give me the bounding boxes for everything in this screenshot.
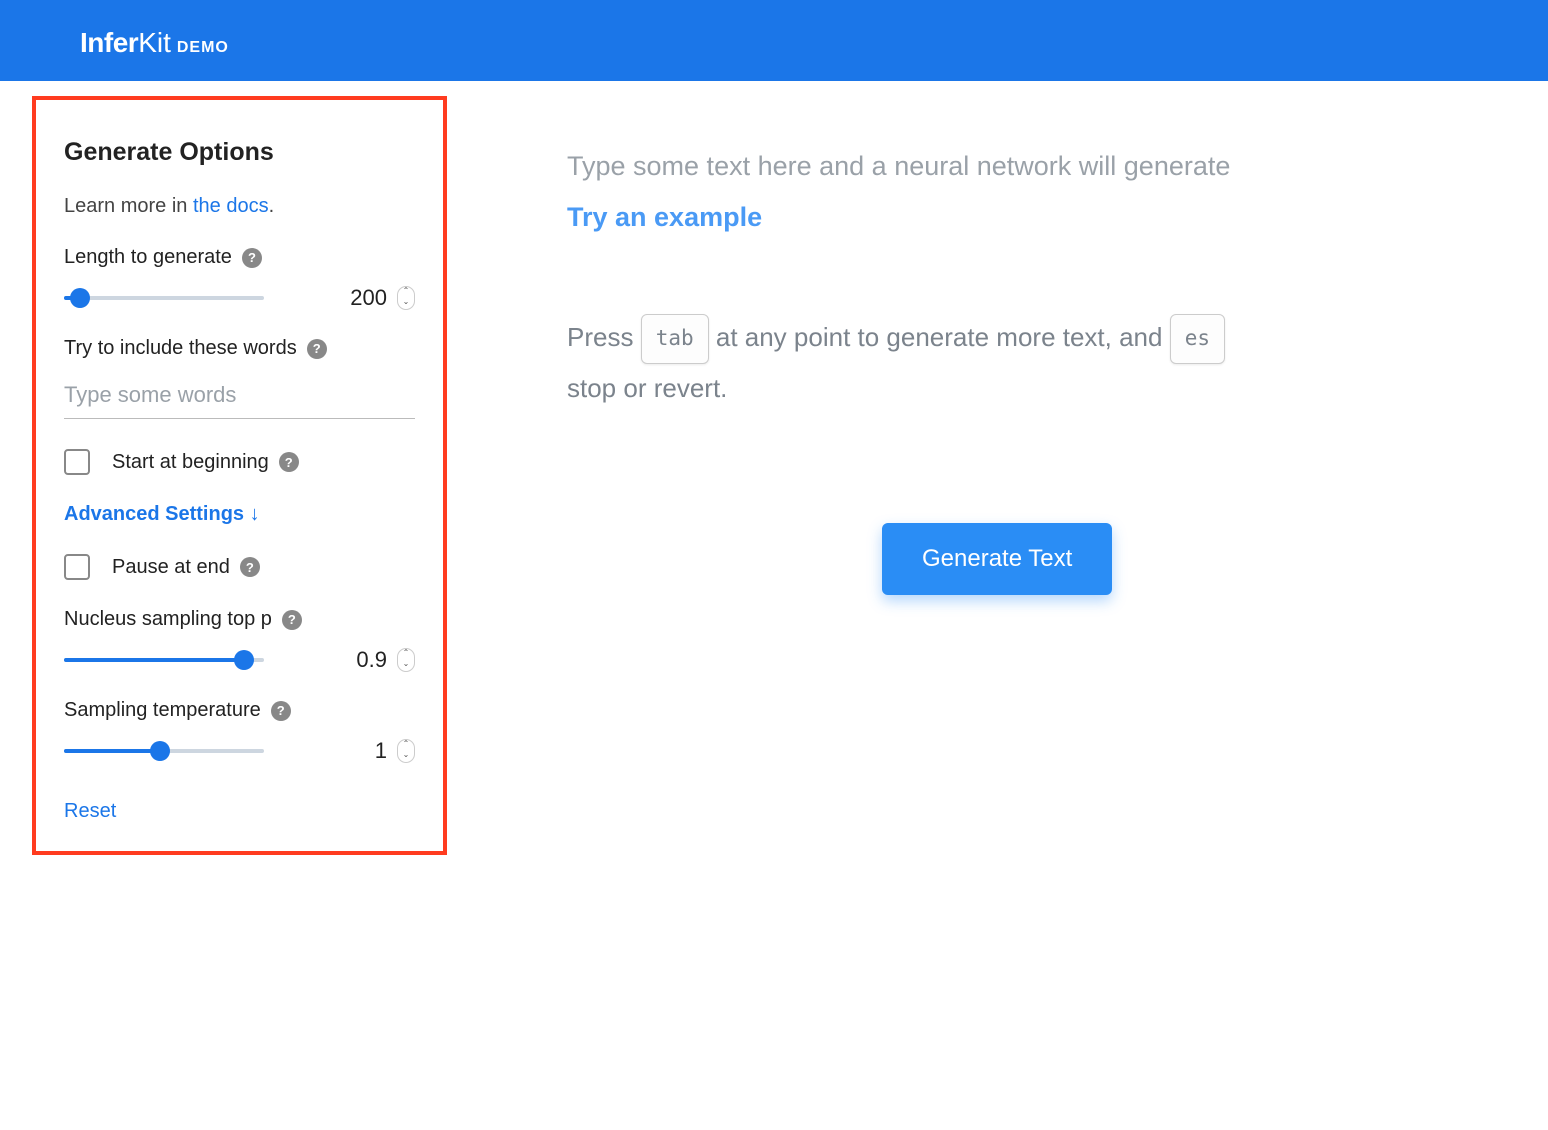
top-p-slider-row: 0.9 ⌃ ⌄ bbox=[64, 647, 415, 673]
temperature-label: Sampling temperature ? bbox=[64, 699, 415, 722]
temperature-label-text: Sampling temperature bbox=[64, 699, 261, 722]
start-beginning-text: Start at beginning bbox=[112, 451, 269, 474]
editor-placeholder[interactable]: Type some text here and a neural network… bbox=[567, 151, 1548, 182]
temperature-value: 1 bbox=[337, 738, 387, 764]
learn-more-text: Learn more in the docs. bbox=[64, 195, 415, 218]
instr-part1: Press bbox=[567, 322, 641, 352]
slider-thumb[interactable] bbox=[70, 288, 90, 308]
temperature-slider-row: 1 ⌃ ⌄ bbox=[64, 738, 415, 764]
keywords-label: Try to include these words ? bbox=[64, 337, 415, 360]
top-p-label: Nucleus sampling top p ? bbox=[64, 608, 415, 631]
stepper-down-icon[interactable]: ⌄ bbox=[398, 660, 414, 671]
length-stepper[interactable]: ⌃ ⌄ bbox=[397, 286, 415, 310]
temperature-number-group: 1 ⌃ ⌄ bbox=[337, 738, 415, 764]
app-header: InferKit DEMO bbox=[0, 5, 1548, 81]
panel-title: Generate Options bbox=[64, 138, 415, 167]
try-example-link[interactable]: Try an example bbox=[567, 202, 762, 233]
length-label: Length to generate ? bbox=[64, 246, 415, 269]
docs-link[interactable]: the docs bbox=[193, 195, 269, 217]
stepper-down-icon[interactable]: ⌄ bbox=[398, 298, 414, 309]
length-label-text: Length to generate bbox=[64, 246, 232, 269]
learn-suffix: . bbox=[269, 195, 275, 217]
help-icon[interactable]: ? bbox=[240, 557, 260, 577]
keywords-input[interactable] bbox=[64, 376, 415, 419]
top-p-label-text: Nucleus sampling top p bbox=[64, 608, 272, 631]
keywords-label-text: Try to include these words bbox=[64, 337, 297, 360]
stepper-down-icon[interactable]: ⌄ bbox=[398, 751, 414, 762]
help-icon[interactable]: ? bbox=[271, 701, 291, 721]
temperature-slider[interactable] bbox=[64, 741, 264, 761]
length-value: 200 bbox=[337, 285, 387, 311]
length-slider[interactable] bbox=[64, 288, 264, 308]
top-p-slider[interactable] bbox=[64, 650, 264, 670]
brand-demo-badge: DEMO bbox=[177, 39, 229, 57]
key-esc: es bbox=[1170, 314, 1225, 364]
top-p-number-group: 0.9 ⌃ ⌄ bbox=[337, 647, 415, 673]
brand-bold: Infer bbox=[80, 27, 138, 59]
slider-fill bbox=[64, 749, 160, 753]
instructions-text: Press tab at any point to generate more … bbox=[567, 313, 1548, 413]
pause-end-row: Pause at end ? bbox=[64, 554, 415, 580]
pause-end-text: Pause at end bbox=[112, 556, 230, 579]
top-p-value: 0.9 bbox=[337, 647, 387, 673]
editor-area: Type some text here and a neural network… bbox=[447, 81, 1548, 855]
pause-end-checkbox[interactable] bbox=[64, 554, 90, 580]
instr-part2: at any point to generate more text, and bbox=[716, 322, 1170, 352]
length-slider-row: 200 ⌃ ⌄ bbox=[64, 285, 415, 311]
brand-light: Kit bbox=[138, 27, 171, 59]
instr-part3: stop or revert. bbox=[567, 373, 727, 403]
pause-end-label: Pause at end ? bbox=[112, 556, 260, 579]
help-icon[interactable]: ? bbox=[242, 248, 262, 268]
start-beginning-row: Start at beginning ? bbox=[64, 449, 415, 475]
learn-prefix: Learn more in bbox=[64, 195, 193, 217]
temperature-stepper[interactable]: ⌃ ⌄ bbox=[397, 739, 415, 763]
start-beginning-label: Start at beginning ? bbox=[112, 451, 299, 474]
slider-track bbox=[64, 296, 264, 300]
start-beginning-checkbox[interactable] bbox=[64, 449, 90, 475]
key-tab: tab bbox=[641, 314, 709, 364]
generate-options-panel: Generate Options Learn more in the docs.… bbox=[32, 96, 447, 855]
slider-thumb[interactable] bbox=[234, 650, 254, 670]
slider-thumb[interactable] bbox=[150, 741, 170, 761]
length-number-group: 200 ⌃ ⌄ bbox=[337, 285, 415, 311]
top-p-stepper[interactable]: ⌃ ⌄ bbox=[397, 648, 415, 672]
slider-fill bbox=[64, 658, 244, 662]
help-icon[interactable]: ? bbox=[282, 610, 302, 630]
help-icon[interactable]: ? bbox=[279, 452, 299, 472]
help-icon[interactable]: ? bbox=[307, 339, 327, 359]
main-layout: Generate Options Learn more in the docs.… bbox=[0, 81, 1548, 855]
generate-button[interactable]: Generate Text bbox=[882, 523, 1112, 595]
advanced-settings-toggle[interactable]: Advanced Settings ↓ bbox=[64, 503, 260, 526]
reset-link[interactable]: Reset bbox=[64, 800, 116, 823]
